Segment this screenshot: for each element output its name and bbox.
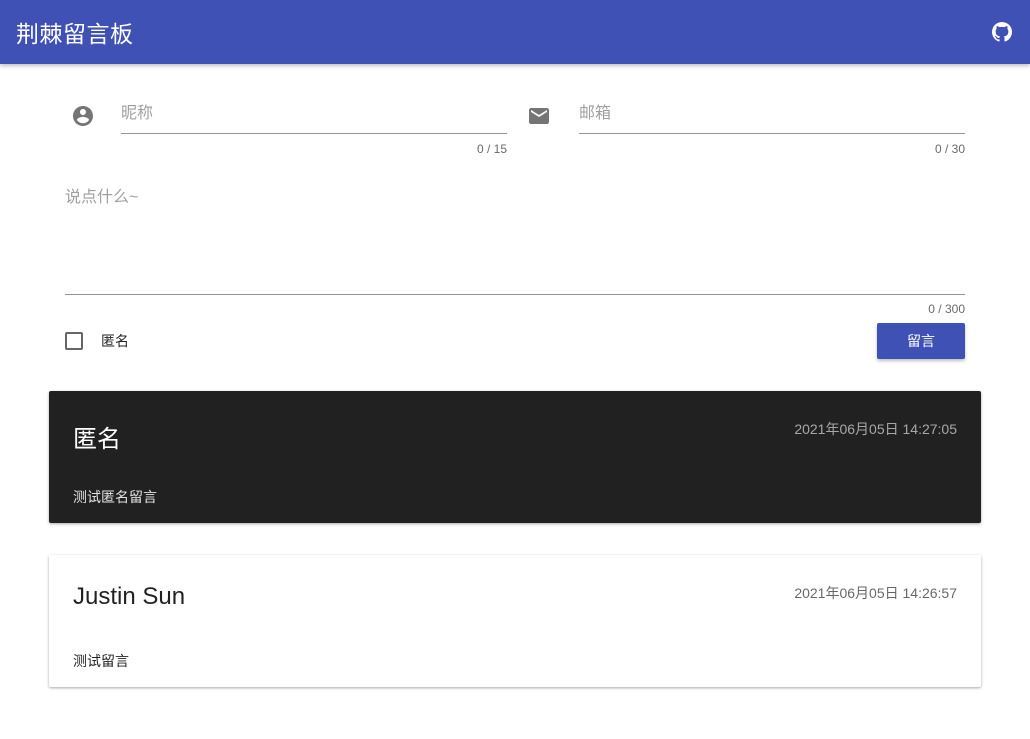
message-text: 测试留言	[73, 653, 129, 669]
form-actions: 匿名 留言	[65, 323, 965, 359]
nickname-field: 0 / 15	[65, 100, 507, 172]
app-bar: 荆棘留言板	[0, 0, 1030, 64]
nickname-counter: 0 / 15	[476, 142, 507, 156]
github-icon	[992, 22, 1012, 42]
email-input[interactable]	[579, 100, 965, 134]
message-author: 匿名	[73, 426, 121, 453]
message-author: Justin Sun	[73, 583, 186, 610]
email-icon	[529, 108, 549, 124]
message-card: 匿名 2021年06月05日 14:27:05 测试匿名留言	[49, 391, 981, 523]
account-circle-icon	[73, 106, 93, 126]
anonymous-checkbox[interactable]: 匿名	[65, 332, 129, 350]
message-timestamp: 2021年06月05日 14:26:57	[794, 585, 957, 601]
email-field: 0 / 30	[523, 100, 965, 172]
anonymous-label: 匿名	[101, 333, 129, 349]
email-counter: 0 / 30	[934, 142, 965, 156]
message-field: 0 / 300	[65, 184, 965, 316]
message-textarea[interactable]	[65, 184, 965, 295]
checkbox-outline-icon[interactable]	[65, 332, 83, 350]
message-card: Justin Sun 2021年06月05日 14:26:57 测试留言	[49, 555, 981, 687]
message-counter: 0 / 300	[928, 302, 965, 316]
submit-button[interactable]: 留言	[877, 323, 965, 359]
nickname-input[interactable]	[121, 100, 507, 134]
message-text: 测试匿名留言	[73, 489, 157, 505]
app-title: 荆棘留言板	[16, 21, 134, 47]
message-timestamp: 2021年06月05日 14:27:05	[794, 421, 957, 437]
github-link[interactable]	[990, 20, 1014, 44]
